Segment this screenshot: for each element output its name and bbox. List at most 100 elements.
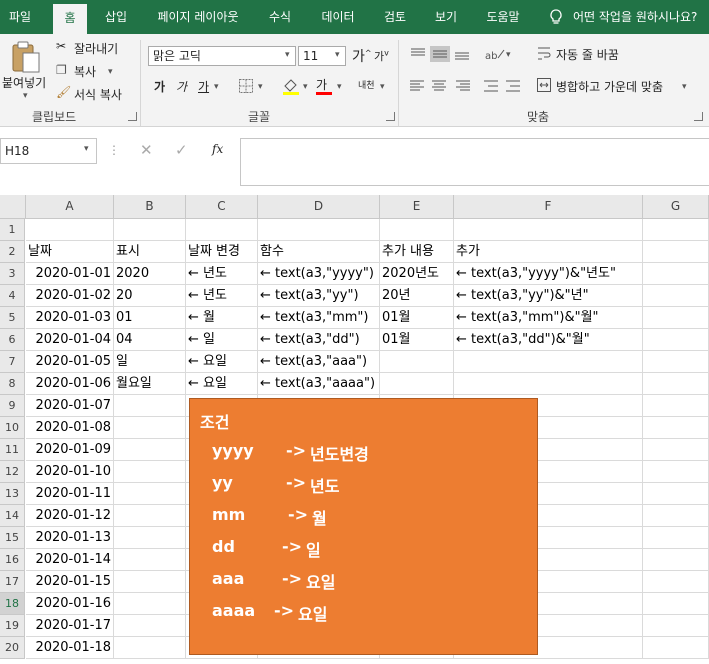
row-header-4[interactable]: 4 xyxy=(0,285,25,307)
row-header-7[interactable]: 7 xyxy=(0,351,25,373)
cell-g3[interactable] xyxy=(643,263,709,285)
cell-d2[interactable]: 함수 xyxy=(258,241,380,263)
font-dialog-launcher[interactable] xyxy=(386,112,395,121)
cell-a14[interactable]: 2020-01-12 xyxy=(26,505,114,527)
cell-g14[interactable] xyxy=(643,505,709,527)
increase-font-size-icon[interactable]: 가^ xyxy=(352,46,372,66)
cell-a12[interactable]: 2020-01-10 xyxy=(26,461,114,483)
row-header-13[interactable]: 13 xyxy=(0,483,25,505)
merge-center-button[interactable]: 병합하고 가운데 맞춤 xyxy=(556,78,663,95)
cell-a20[interactable]: 2020-01-18 xyxy=(26,637,114,659)
chevron-down-icon[interactable]: ▾ xyxy=(258,82,263,92)
chevron-down-icon[interactable]: ▾ xyxy=(214,82,219,92)
row-header-18[interactable]: 18 xyxy=(0,593,25,615)
name-box[interactable]: H18 xyxy=(0,138,97,164)
tab-data[interactable]: 데이터 xyxy=(312,0,364,34)
cell-b9[interactable] xyxy=(114,395,186,417)
tab-help[interactable]: 도움말 xyxy=(477,0,529,34)
column-header-e[interactable]: E xyxy=(380,195,454,219)
cell-a10[interactable]: 2020-01-08 xyxy=(26,417,114,439)
chevron-down-icon[interactable]: ▾ xyxy=(285,50,290,60)
cell-a16[interactable]: 2020-01-14 xyxy=(26,549,114,571)
cell-b7[interactable]: 일 xyxy=(114,351,186,373)
underline-button[interactable]: 가 xyxy=(198,78,209,95)
row-header-20[interactable]: 20 xyxy=(0,637,25,659)
cell-b8[interactable]: 월요일 xyxy=(114,373,186,395)
decrease-font-size-icon[interactable]: 가v xyxy=(374,48,389,64)
cell-b5[interactable]: 01 xyxy=(114,307,186,329)
cell-g17[interactable] xyxy=(643,571,709,593)
copy-button[interactable]: 복사 xyxy=(74,63,96,80)
cell-e2[interactable]: 추가 내용 xyxy=(380,241,454,263)
row-header-8[interactable]: 8 xyxy=(0,373,25,395)
cell-a8[interactable]: 2020-01-06 xyxy=(26,373,114,395)
cell-g5[interactable] xyxy=(643,307,709,329)
cell-g13[interactable] xyxy=(643,483,709,505)
cell-d3[interactable]: ← text(a3,"yyyy") xyxy=(258,263,380,285)
cell-b20[interactable] xyxy=(114,637,186,659)
cell-f4[interactable]: ← text(a3,"yy")&"년" xyxy=(454,285,643,307)
row-header-11[interactable]: 11 xyxy=(0,439,25,461)
cell-e4[interactable]: 20년 xyxy=(380,285,454,307)
cell-a2[interactable]: 날짜 xyxy=(26,241,114,263)
chevron-down-icon[interactable]: ▾ xyxy=(84,144,89,154)
cell-f3[interactable]: ← text(a3,"yyyy")&"년도" xyxy=(454,263,643,285)
cell-a5[interactable]: 2020-01-03 xyxy=(26,307,114,329)
row-header-15[interactable]: 15 xyxy=(0,527,25,549)
cell-e5[interactable]: 01월 xyxy=(380,307,454,329)
indent-icons[interactable] xyxy=(482,78,524,94)
row-header-6[interactable]: 6 xyxy=(0,329,25,351)
row-header-3[interactable]: 3 xyxy=(0,263,25,285)
cell-d6[interactable]: ← text(a3,"dd") xyxy=(258,329,380,351)
cell-e1[interactable] xyxy=(380,219,454,241)
cell-b15[interactable] xyxy=(114,527,186,549)
cell-b12[interactable] xyxy=(114,461,186,483)
cell-b14[interactable] xyxy=(114,505,186,527)
cell-a17[interactable]: 2020-01-15 xyxy=(26,571,114,593)
cell-g7[interactable] xyxy=(643,351,709,373)
cell-b16[interactable] xyxy=(114,549,186,571)
row-header-14[interactable]: 14 xyxy=(0,505,25,527)
tab-home[interactable]: 홈 xyxy=(53,4,87,34)
phonetic-button[interactable]: 내천 xyxy=(358,78,375,91)
cell-c8[interactable]: ← 요일 xyxy=(186,373,258,395)
tab-view[interactable]: 보기 xyxy=(425,0,467,34)
cell-d8[interactable]: ← text(a3,"aaaa") xyxy=(258,373,380,395)
bold-button[interactable]: 가 xyxy=(154,78,165,95)
tell-me-search[interactable]: 어떤 작업을 원하시나요? xyxy=(573,0,709,34)
row-header-10[interactable]: 10 xyxy=(0,417,25,439)
row-header-2[interactable]: 2 xyxy=(0,241,25,263)
row-header-5[interactable]: 5 xyxy=(0,307,25,329)
fill-color-icon[interactable] xyxy=(282,76,300,96)
cell-a13[interactable]: 2020-01-11 xyxy=(26,483,114,505)
insert-function-button[interactable]: fx xyxy=(212,142,223,156)
chevron-down-icon[interactable]: ▾ xyxy=(108,67,113,77)
column-header-f[interactable]: F xyxy=(454,195,643,219)
orientation-icon[interactable]: ab xyxy=(484,46,508,62)
cell-b4[interactable]: 20 xyxy=(114,285,186,307)
cell-f5[interactable]: ← text(a3,"mm")&"월" xyxy=(454,307,643,329)
cell-g19[interactable] xyxy=(643,615,709,637)
cell-a19[interactable]: 2020-01-17 xyxy=(26,615,114,637)
cell-g8[interactable] xyxy=(643,373,709,395)
cell-b1[interactable] xyxy=(114,219,186,241)
cell-f7[interactable] xyxy=(454,351,643,373)
cell-d7[interactable]: ← text(a3,"aaa") xyxy=(258,351,380,373)
cancel-entry-icon[interactable]: ✕ xyxy=(140,141,153,159)
cell-g4[interactable] xyxy=(643,285,709,307)
cell-a7[interactable]: 2020-01-05 xyxy=(26,351,114,373)
cell-g1[interactable] xyxy=(643,219,709,241)
wrap-text-button[interactable]: 자동 줄 바꿈 xyxy=(556,46,619,63)
cell-g9[interactable] xyxy=(643,395,709,417)
cell-b2[interactable]: 표시 xyxy=(114,241,186,263)
cell-b3[interactable]: 2020 xyxy=(114,263,186,285)
row-header-17[interactable]: 17 xyxy=(0,571,25,593)
horizontal-align-icons[interactable] xyxy=(408,78,474,94)
column-header-b[interactable]: B xyxy=(114,195,186,219)
cell-d1[interactable] xyxy=(258,219,380,241)
cell-g20[interactable] xyxy=(643,637,709,659)
vertical-align-icons[interactable] xyxy=(408,46,474,62)
cell-c5[interactable]: ← 월 xyxy=(186,307,258,329)
clipboard-dialog-launcher[interactable] xyxy=(128,112,137,121)
borders-icon[interactable] xyxy=(238,78,254,94)
